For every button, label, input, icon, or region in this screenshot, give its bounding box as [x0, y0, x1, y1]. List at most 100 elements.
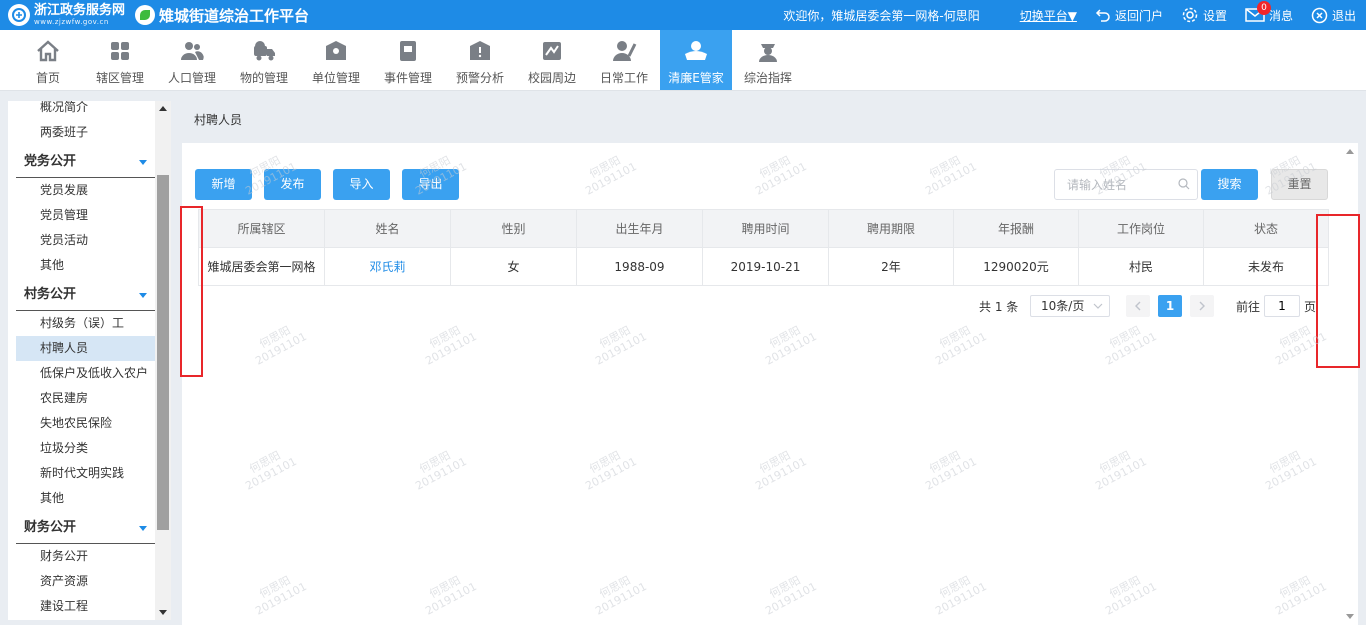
nav-item-5[interactable]: 事件管理 [372, 30, 444, 90]
nav-item-2[interactable]: 人口管理 [156, 30, 228, 90]
nav-label: 物的管理 [239, 71, 288, 85]
pen-user-icon [611, 38, 637, 64]
chevron-left-icon [1135, 301, 1141, 311]
add-button[interactable]: 新增 [195, 169, 252, 200]
export-button[interactable]: 导出 [402, 169, 459, 200]
building-icon [323, 38, 349, 64]
sidebar-item[interactable]: 概况简介 [16, 101, 155, 120]
nav-item-7[interactable]: 校园周边 [516, 30, 588, 90]
sidebar-group-header[interactable]: 村务公开 [16, 278, 155, 311]
page-suffix-label: 页 [1304, 299, 1317, 314]
nav-item-9[interactable]: 清廉E管家 [660, 30, 732, 90]
name-search-input[interactable] [1054, 169, 1198, 200]
nav-label: 校园周边 [527, 71, 576, 85]
prev-page-button[interactable] [1126, 295, 1150, 317]
table-cell: 村民 [1078, 247, 1204, 286]
sidebar-item[interactable]: 财务公开 [16, 544, 155, 569]
sidebar-item[interactable]: 其他 [16, 253, 155, 278]
next-page-button[interactable] [1190, 295, 1214, 317]
reset-button[interactable]: 重置 [1271, 169, 1328, 200]
chevron-right-icon [1199, 301, 1205, 311]
nav-label: 单位管理 [311, 71, 360, 85]
page-size-select[interactable]: 10条/页 [1030, 295, 1110, 317]
table-cell[interactable]: 邓氏莉 [324, 247, 451, 286]
officer-icon [755, 38, 781, 64]
close-circle-icon [1311, 7, 1328, 23]
logout-button[interactable]: 退出 [1311, 7, 1356, 24]
truck-icon [251, 38, 277, 64]
message-count-badge: 0 [1256, 0, 1271, 15]
hands-icon [683, 38, 709, 64]
page-number-current[interactable]: 1 [1158, 295, 1182, 317]
table-cell: 雉城居委会第一网格 [198, 247, 325, 286]
sidebar-item[interactable]: 党员管理 [16, 203, 155, 228]
brand[interactable]: 浙江政务服务网 www.zjzwfw.gov.cn [0, 0, 125, 30]
panel-scroll-down-icon[interactable] [1346, 614, 1354, 619]
school-icon [539, 38, 565, 64]
sidebar-item[interactable]: 村级务（误）工 [16, 311, 155, 336]
column-header: 状态 [1203, 209, 1329, 248]
sidebar-item[interactable]: 农民建房 [16, 386, 155, 411]
brand-url: www.zjzwfw.gov.cn [34, 18, 109, 26]
sidebar-item[interactable]: 失地农民保险 [16, 411, 155, 436]
settings-button[interactable]: 设置 [1181, 6, 1227, 24]
column-header: 姓名 [324, 209, 451, 248]
sidebar-item[interactable]: 建设工程 [16, 594, 155, 619]
home-icon [35, 38, 61, 64]
column-header: 性别 [450, 209, 577, 248]
sidebar-group-header[interactable]: 党务公开 [16, 145, 155, 178]
nav-label: 人口管理 [167, 71, 216, 85]
breadcrumb: 村聘人员 [194, 113, 243, 127]
nav-label: 辖区管理 [95, 71, 144, 85]
sidebar-item[interactable]: 垃圾分类 [16, 436, 155, 461]
nav-label: 清廉E管家 [668, 71, 724, 85]
nav-item-3[interactable]: 物的管理 [228, 30, 300, 90]
sidebar-scrollbar[interactable] [155, 101, 171, 620]
sidebar-group-title: 财务公开 [24, 520, 77, 535]
scroll-down-arrow-icon[interactable] [159, 610, 167, 615]
import-button[interactable]: 导入 [333, 169, 390, 200]
sidebar-item[interactable]: 低保户及低收入农户 [16, 361, 155, 386]
scroll-up-arrow-icon[interactable] [159, 106, 167, 111]
sidebar-group-header[interactable]: 财务公开 [16, 511, 155, 544]
search-icon [1178, 178, 1190, 193]
column-header: 年报酬 [953, 209, 1079, 248]
panel-scroll-up-icon[interactable] [1346, 149, 1354, 154]
table-header-row: 所属辖区 姓名 性别 出生年月 聘用时间 聘用期限 年报酬 工作岗位 状态 [198, 209, 1329, 248]
column-header: 出生年月 [576, 209, 703, 248]
table-row[interactable]: 雉城居委会第一网格 邓氏莉女 1988-09 2019-10-21 2年 1290020元… [198, 247, 1329, 286]
nav-item-0[interactable]: 首页 [12, 30, 84, 90]
logout-label: 退出 [1331, 8, 1356, 23]
people-icon [179, 38, 205, 64]
alert-icon [467, 38, 493, 64]
nav-item-8[interactable]: 日常工作 [588, 30, 660, 90]
sidebar-group-title: 党务公开 [24, 154, 77, 169]
main-nav: 首页 辖区管理 人口管理 物的管理 单位管理 事件管理 预警分析 校园周边 日常工作 清廉E管家 综… [0, 30, 1366, 91]
back-portal-label: 返回门户 [1114, 8, 1163, 23]
sidebar-item[interactable]: 村聘人员 [16, 336, 155, 361]
table-cell: 1290020元 [953, 247, 1079, 286]
sidebar-item[interactable]: 党员发展 [16, 178, 155, 203]
back-portal-button[interactable]: 返回门户 [1095, 7, 1163, 24]
messages-button[interactable]: 0 消息 [1245, 0, 1293, 24]
sidebar-item[interactable]: 其他 [16, 486, 155, 511]
search-button[interactable]: 搜索 [1201, 169, 1258, 200]
sidebar-item[interactable]: 党员活动 [16, 228, 155, 253]
column-header: 聘用期限 [828, 209, 954, 248]
nav-item-4[interactable]: 单位管理 [300, 30, 372, 90]
scroll-thumb[interactable] [157, 175, 169, 530]
goto-page-input[interactable] [1264, 295, 1300, 317]
sidebar-item[interactable]: 资产资源 [16, 569, 155, 594]
sidebar-group-title: 村务公开 [24, 287, 77, 302]
column-header: 所属辖区 [198, 209, 325, 248]
publish-button[interactable]: 发布 [264, 169, 321, 200]
switch-platform-link[interactable]: 切换平台▼ [1020, 7, 1077, 24]
sidebar-item[interactable]: 新时代文明实践 [16, 461, 155, 486]
nav-item-6[interactable]: 预警分析 [444, 30, 516, 90]
caret-down-icon [139, 160, 147, 165]
sidebar-item[interactable]: 两委班子 [16, 120, 155, 145]
column-header: 工作岗位 [1078, 209, 1204, 248]
column-header: 聘用时间 [702, 209, 829, 248]
nav-item-10[interactable]: 综治指挥 [732, 30, 804, 90]
nav-item-1[interactable]: 辖区管理 [84, 30, 156, 90]
